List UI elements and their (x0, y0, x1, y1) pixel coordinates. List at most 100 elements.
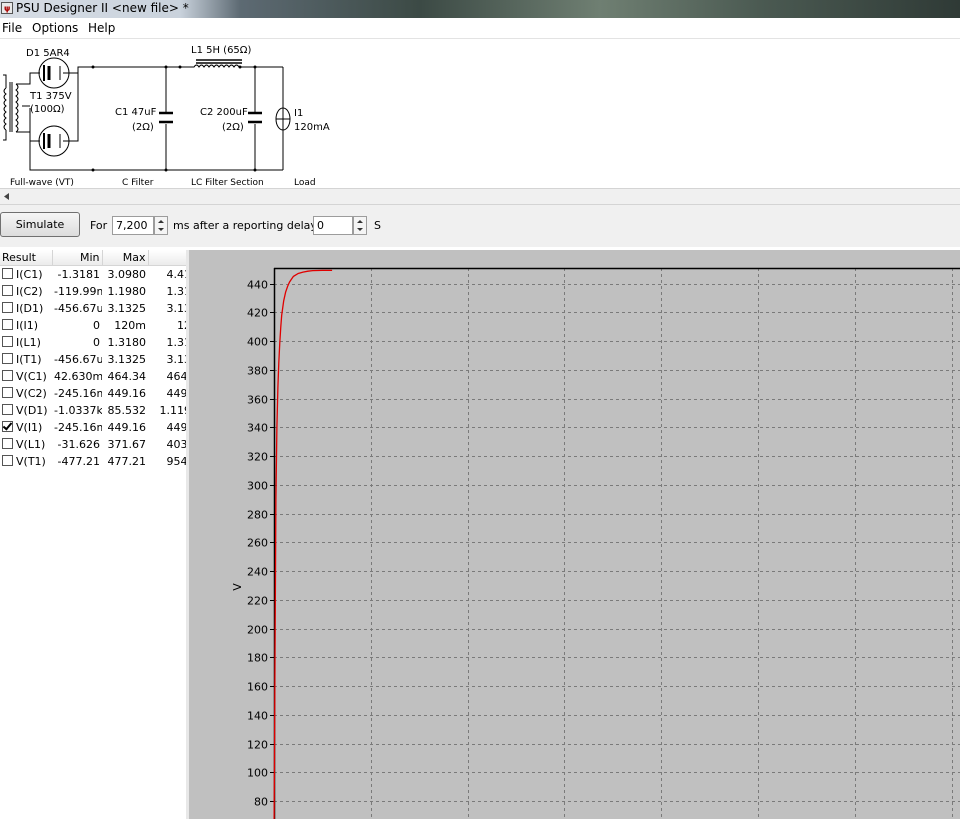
result-checkbox[interactable] (2, 455, 13, 466)
data-point (302, 272, 303, 273)
section-full-wave: Full-wave (VT) (10, 178, 74, 188)
result-checkbox[interactable] (2, 404, 13, 415)
result-d: 3.132 (166, 353, 187, 366)
duration-input[interactable]: 7,200 (112, 216, 154, 235)
result-name: I(C1) (16, 268, 43, 281)
result-max: 477.21 (107, 455, 147, 468)
result-name-cell: I(C2) (0, 283, 52, 300)
i1-label: I1 (294, 108, 303, 119)
node-dot (91, 168, 95, 172)
y-tick-label: 120 (247, 739, 268, 752)
result-max: 449.16 (107, 387, 147, 400)
result-checkbox[interactable] (2, 319, 13, 330)
result-row[interactable]: I(I1) 0 120m 120 (0, 317, 186, 334)
ms-label: ms (173, 219, 190, 232)
y-tick-label: 160 (247, 681, 268, 694)
spin-up-icon[interactable] (158, 220, 164, 223)
menu-file[interactable]: File (2, 21, 22, 35)
y-tick-label: 200 (247, 624, 268, 637)
result-checkbox[interactable] (2, 353, 13, 364)
result-row[interactable]: I(C1) -1.3181 3.0980 4.416 (0, 266, 186, 284)
app-icon-glyph: ψ (4, 4, 11, 13)
c2-label: C2 200uF (200, 107, 248, 118)
data-point (280, 326, 281, 327)
node-dot (164, 168, 168, 172)
y-tick-label: 420 (247, 307, 268, 320)
delay-label: after a reporting delay of (193, 219, 332, 232)
section-lc-filter: LC Filter Section (191, 178, 264, 188)
result-d: 4.416 (166, 268, 187, 281)
result-min: -1.3181 (57, 268, 100, 281)
result-name-cell: I(C1) (0, 266, 52, 284)
result-row[interactable]: V(T1) -477.21 477.21 954.4 (0, 453, 186, 470)
delay-spinner[interactable] (353, 216, 367, 235)
result-checkbox[interactable] (2, 421, 13, 432)
result-row[interactable]: V(D1) -1.0337k 85.532 1.1192 (0, 402, 186, 419)
result-name: I(L1) (16, 336, 41, 349)
voltage-graph[interactable]: 6080100120140160180200220240260280300320… (189, 250, 960, 819)
spin-down-icon[interactable] (158, 228, 164, 231)
data-point (283, 300, 284, 301)
result-row[interactable]: I(L1) 0 1.3180 1.318 (0, 334, 186, 351)
result-row[interactable]: I(D1) -456.67u 3.1325 3.132 (0, 300, 186, 317)
result-checkbox[interactable] (2, 370, 13, 381)
result-row[interactable]: V(L1) -31.626 371.67 403.2 (0, 436, 186, 453)
result-row[interactable]: V(I1) -245.16m 449.16 449.4 (0, 419, 186, 436)
transformer-t1[interactable] (3, 72, 93, 171)
data-point (277, 387, 278, 388)
y-tick-label: 140 (247, 710, 268, 723)
column-result[interactable]: Result (0, 250, 53, 266)
l1-label: L1 5H (65Ω) (191, 45, 251, 56)
menu-bar: File Options Help (0, 19, 960, 38)
horizontal-scrollbar[interactable] (0, 188, 960, 205)
data-point (274, 758, 275, 759)
result-row[interactable]: I(C2) -119.99m 1.1980 1.318 (0, 283, 186, 300)
current-source-i1[interactable] (275, 107, 291, 131)
seconds-label: S (374, 219, 381, 232)
spin-down-icon[interactable] (357, 228, 363, 231)
menu-help[interactable]: Help (88, 21, 115, 35)
column-d[interactable]: D (148, 250, 186, 266)
t1-resistance: (100Ω) (30, 104, 65, 115)
column-max[interactable]: Max (102, 250, 149, 266)
y-tick-label: 440 (247, 279, 268, 292)
result-checkbox[interactable] (2, 387, 13, 398)
result-row[interactable]: V(C2) -245.16m 449.16 449.4 (0, 385, 186, 402)
capacitor-c2[interactable] (248, 111, 262, 124)
y-axis-label: V (231, 583, 244, 591)
data-point (287, 286, 288, 287)
result-name-cell: I(L1) (0, 334, 52, 351)
menu-options[interactable]: Options (32, 21, 78, 35)
y-tick-label: 80 (254, 796, 268, 809)
result-checkbox[interactable] (2, 302, 13, 313)
circuit-schematic[interactable]: D1 5AR4 T1 375V (100Ω) L1 5H (65Ω) C1 47… (0, 40, 960, 188)
scroll-left-icon[interactable] (0, 189, 14, 204)
result-name: V(I1) (16, 421, 43, 434)
data-point (276, 427, 277, 428)
result-max: 449.16 (107, 421, 147, 434)
result-name: I(C2) (16, 285, 43, 298)
result-checkbox[interactable] (2, 285, 13, 296)
result-name: I(D1) (16, 302, 44, 315)
column-min[interactable]: Min (52, 250, 103, 266)
t1-label: T1 375V (29, 91, 72, 102)
result-checkbox[interactable] (2, 268, 13, 279)
c1-resistance: (2Ω) (132, 122, 154, 133)
inductor-l1[interactable] (180, 59, 242, 68)
capacitor-c1[interactable] (159, 111, 173, 124)
result-checkbox[interactable] (2, 336, 13, 347)
result-d: 449.4 (166, 387, 187, 400)
result-row[interactable]: I(T1) -456.67u 3.1325 3.132 (0, 351, 186, 368)
duration-spinner[interactable] (154, 216, 168, 235)
result-max: 464.34 (107, 370, 147, 383)
y-tick-label: 280 (247, 509, 268, 522)
app-icon[interactable]: ψ (1, 2, 13, 14)
result-name-cell: V(L1) (0, 436, 52, 453)
delay-input[interactable]: 0 (313, 216, 353, 235)
spin-up-icon[interactable] (357, 220, 363, 223)
result-row[interactable]: V(C1) 42.630m 464.34 464.3 (0, 368, 186, 385)
result-checkbox[interactable] (2, 438, 13, 449)
y-tick-label: 360 (247, 394, 268, 407)
simulate-button[interactable]: Simulate (0, 212, 80, 237)
result-max: 85.532 (107, 404, 147, 417)
